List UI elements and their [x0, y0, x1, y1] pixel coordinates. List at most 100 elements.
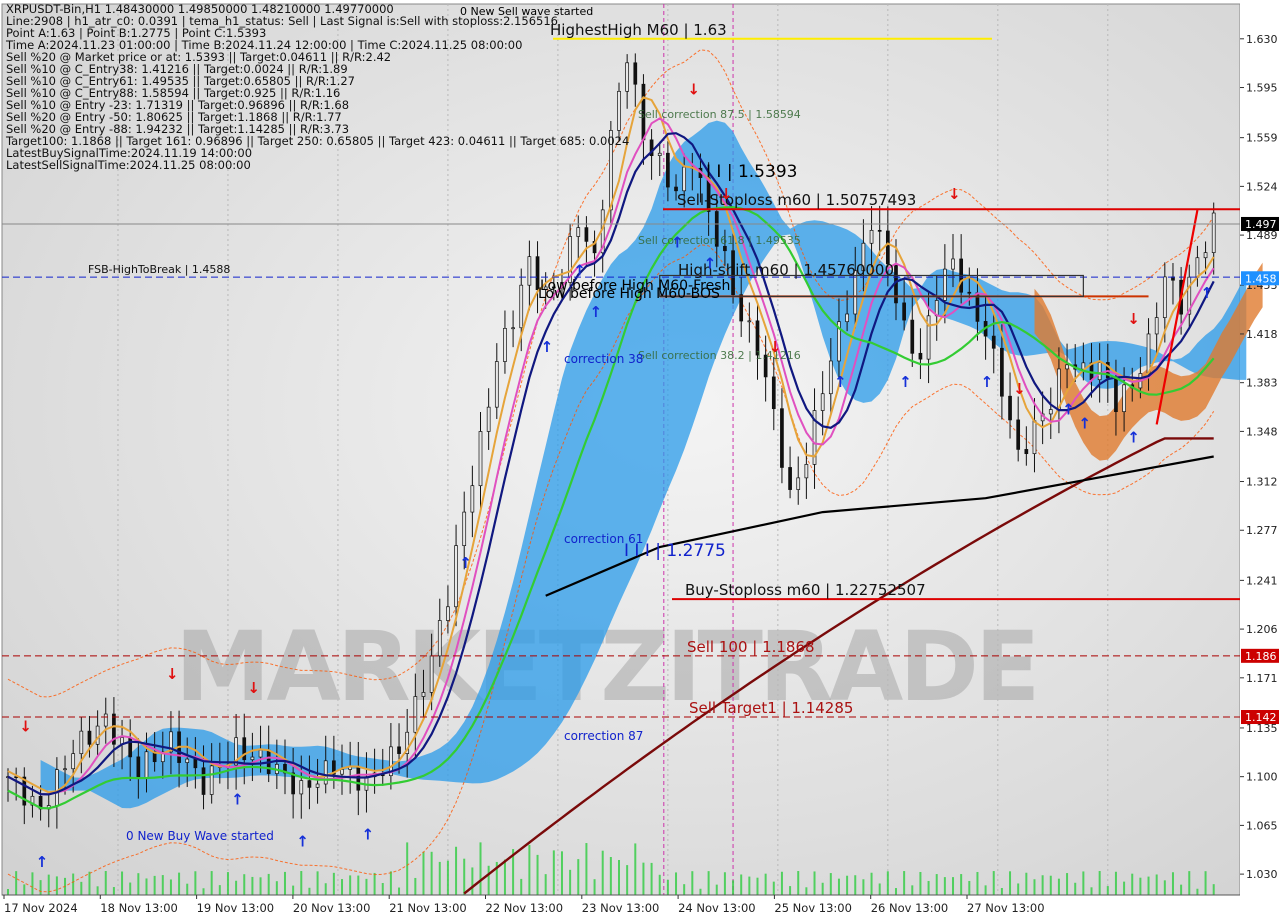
volume-bar [642, 862, 645, 895]
volume-bar [349, 875, 352, 895]
candle-body [136, 756, 141, 779]
candle-body [796, 477, 801, 490]
candle-body [747, 320, 752, 323]
volume-bar [324, 883, 327, 895]
y-tick-label: 1.630 [1246, 33, 1278, 46]
price-tag-label: 1.186 [1245, 650, 1277, 663]
chart-annotation: I I I | 1.2775 [624, 541, 726, 561]
volume-bar [1025, 872, 1028, 895]
volume-bar [1147, 876, 1150, 895]
volume-bar [593, 879, 596, 895]
buy-arrow-icon: ↑ [671, 234, 684, 252]
volume-bar [699, 888, 702, 895]
buy-arrow-icon: ↑ [899, 373, 912, 391]
volume-bar [251, 876, 254, 895]
buy-arrow-icon: ↑ [361, 825, 374, 843]
volume-bar [194, 871, 197, 895]
candle-body [429, 655, 434, 693]
volume-bar [878, 883, 881, 895]
buy-arrow-icon: ↑ [573, 261, 586, 279]
candle-body [250, 756, 255, 761]
volume-bar [943, 877, 946, 895]
volume-bar [666, 879, 669, 895]
candle-body [63, 768, 67, 771]
buy-arrow-icon: ↑ [459, 554, 472, 572]
candle-body [307, 780, 312, 788]
candle-body [486, 406, 491, 432]
candle-body [828, 360, 833, 395]
volume-bar [723, 872, 726, 895]
volume-bar [283, 871, 286, 895]
volume-bar [821, 882, 824, 895]
volume-bar [389, 871, 392, 895]
volume-bar [479, 842, 482, 895]
volume-bar [430, 851, 433, 895]
x-tick-label: 17 Nov 2024 [4, 901, 78, 915]
volume-bar [870, 872, 873, 895]
volume-bar [691, 871, 694, 895]
volume-bar [308, 887, 311, 895]
volume-bar [341, 879, 344, 895]
chart-annotation: Low before High M60-BOS [538, 286, 720, 302]
candle-body [845, 313, 849, 323]
candle-body [869, 229, 874, 244]
candle-body [666, 152, 670, 188]
volume-bar [805, 887, 808, 895]
volume-bar [487, 865, 490, 895]
volume-bar [503, 859, 506, 895]
volume-bar [1139, 877, 1142, 895]
candle-body [820, 393, 825, 411]
candle-body [397, 746, 401, 754]
chart-window: MARKETZITRADE HighestHigh M60 | 1.63 Sell-… [0, 0, 1280, 920]
candle-body [1122, 384, 1126, 413]
volume-bar [626, 865, 629, 895]
candle-body [918, 352, 923, 360]
x-tick-label: 22 Nov 13:00 [486, 901, 564, 915]
candle-body [201, 767, 206, 795]
volume-bar [658, 874, 661, 895]
volume-bar [683, 884, 686, 895]
volume-bar [332, 872, 335, 895]
volume-bar [1204, 871, 1207, 895]
x-tick-label: 23 Nov 13:00 [582, 901, 660, 915]
price-tag-label: 1.458 [1245, 272, 1277, 285]
volume-bar [756, 877, 759, 895]
candle-body [413, 696, 418, 733]
volume-bar [520, 878, 523, 895]
candle-body [437, 620, 442, 657]
info-line: LatestSellSignalTime:2024.11.25 08:00:00 [6, 158, 251, 172]
x-tick-label: 18 Nov 13:00 [100, 901, 178, 915]
volume-bar [854, 875, 857, 895]
candle-body [657, 152, 662, 156]
volume-bar [846, 875, 849, 895]
volume-bar [1009, 871, 1012, 895]
volume-bar [585, 843, 588, 895]
candle-body [584, 227, 589, 242]
candle-body [951, 258, 955, 270]
volume-bar [552, 850, 555, 895]
candle-body [421, 692, 426, 697]
x-tick-label: 20 Nov 13:00 [293, 901, 371, 915]
volume-bar [1155, 874, 1158, 895]
candle-body [788, 467, 792, 490]
y-tick-label: 1.489 [1246, 229, 1278, 242]
candle-body [494, 361, 499, 408]
candle-body [258, 749, 263, 758]
volume-bar [169, 879, 172, 895]
volume-bar [398, 887, 401, 895]
buy-arrow-icon: ↑ [231, 791, 244, 809]
candle-body [885, 230, 890, 265]
level-label: Sell 100 | 1.1868 [687, 638, 815, 656]
volume-bar [15, 871, 18, 895]
volume-bar [601, 850, 604, 895]
candle-body [1016, 419, 1021, 450]
x-tick-label: 19 Nov 13:00 [197, 901, 275, 915]
buy-arrow-icon: ↑ [1078, 415, 1091, 433]
candle-body [633, 62, 638, 85]
volume-bar [129, 882, 132, 895]
volume-bar [780, 871, 783, 895]
volume-bar [137, 873, 140, 895]
volume-bar [911, 885, 914, 895]
y-tick-label: 1.206 [1246, 623, 1278, 636]
volume-bar [1033, 879, 1036, 895]
